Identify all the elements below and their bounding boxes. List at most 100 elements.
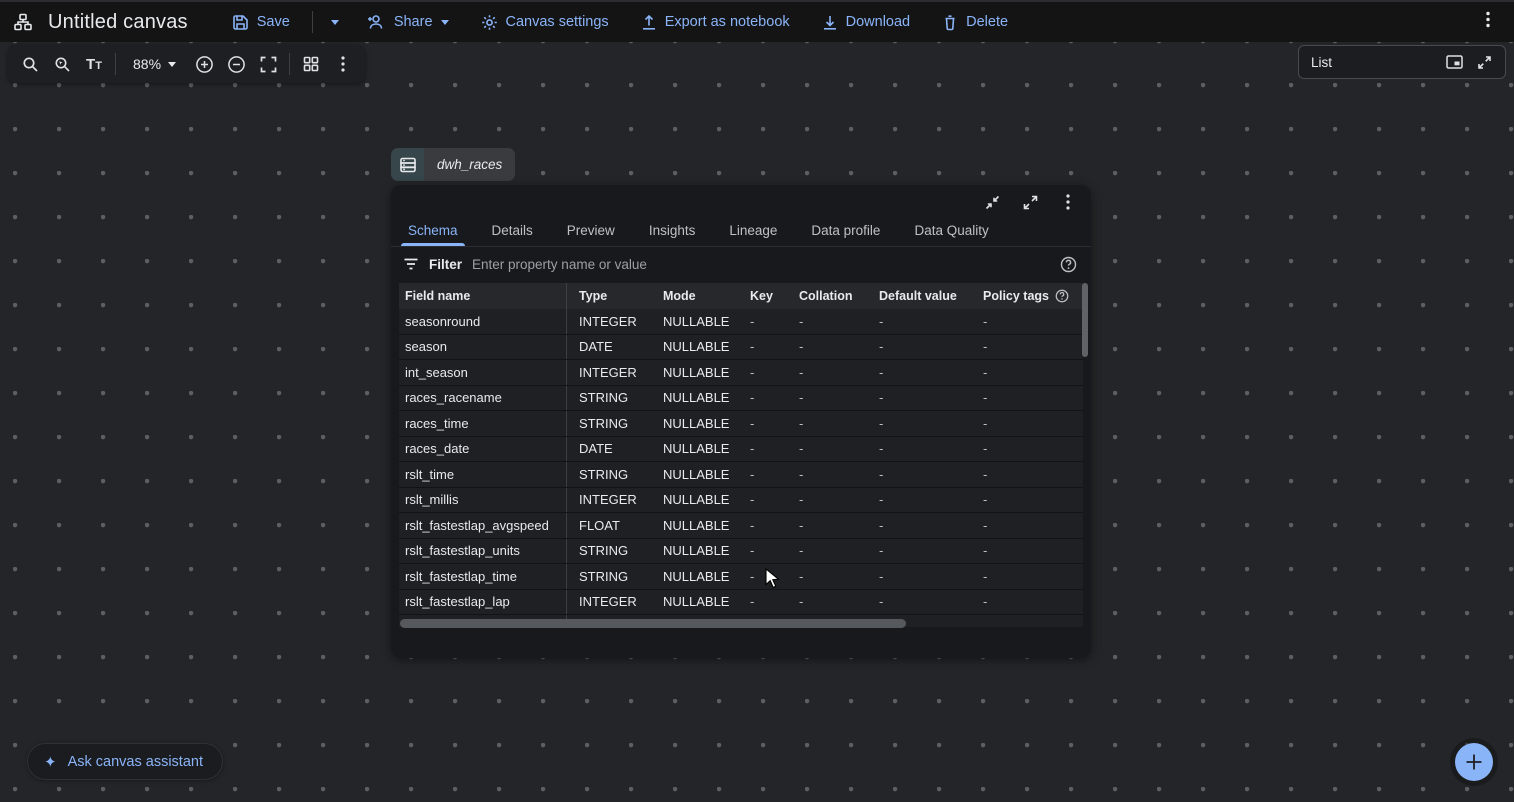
table-details-card: SchemaDetailsPreviewInsightsLineageData …: [391, 185, 1091, 658]
share-button[interactable]: Share: [353, 4, 463, 40]
table-row[interactable]: races_date DATE NULLABLE - - - -: [399, 437, 1083, 463]
assistant-label: Ask canvas assistant: [68, 754, 203, 770]
cell-default-value: -: [867, 492, 971, 507]
card-more-kebab[interactable]: [1053, 190, 1083, 214]
cell-default-value: -: [867, 390, 971, 405]
trash-icon: [942, 14, 958, 31]
column-header-field-name[interactable]: Field name: [399, 283, 567, 309]
zoom-in-button[interactable]: [188, 48, 220, 80]
text-tool-button[interactable]: TT: [78, 48, 110, 80]
cell-mode: NULLABLE: [651, 518, 738, 533]
save-options-dropdown[interactable]: [321, 4, 349, 40]
zoom-to-selection-button[interactable]: [46, 48, 78, 80]
help-icon[interactable]: [1055, 289, 1069, 303]
table-row[interactable]: season DATE NULLABLE - - - -: [399, 335, 1083, 361]
cell-type: STRING: [567, 569, 651, 584]
tab[interactable]: Lineage: [712, 215, 794, 246]
column-header-policy-tags[interactable]: Policy tags: [971, 289, 1083, 303]
cell-field-name: races_date: [399, 437, 567, 462]
table-row[interactable]: races_racename STRING NULLABLE - - - -: [399, 386, 1083, 412]
cell-key: -: [738, 365, 787, 380]
tab[interactable]: Preview: [550, 215, 632, 246]
save-button[interactable]: Save: [218, 4, 304, 40]
zoom-out-icon: [227, 55, 246, 74]
divider: [289, 53, 290, 75]
table-row[interactable]: int_season INTEGER NULLABLE - - - -: [399, 360, 1083, 386]
cell-default-value: -: [867, 467, 971, 482]
canvas-settings-button[interactable]: Canvas settings: [467, 4, 623, 40]
table-row[interactable]: races_time STRING NULLABLE - - - -: [399, 411, 1083, 437]
tab[interactable]: Insights: [632, 215, 713, 246]
cell-type: INTEGER: [567, 492, 651, 507]
zoom-level-dropdown[interactable]: 88%: [121, 56, 188, 72]
column-header-collation[interactable]: Collation: [787, 289, 867, 303]
open-in-full-icon[interactable]: [1469, 48, 1499, 76]
cell-policy-tags: -: [971, 416, 1083, 431]
help-icon[interactable]: [1060, 256, 1077, 273]
cell-default-value: -: [867, 441, 971, 456]
cell-collation: -: [787, 518, 867, 533]
export-notebook-button[interactable]: Export as notebook: [627, 4, 804, 40]
zoom-out-button[interactable]: [220, 48, 252, 80]
column-header-type[interactable]: Type: [567, 289, 651, 303]
schema-table: Field name Type Mode Key Collation Defau…: [399, 283, 1083, 627]
fit-to-screen-button[interactable]: [252, 48, 284, 80]
grid-icon: [303, 56, 319, 72]
tab[interactable]: Data profile: [794, 215, 897, 246]
horizontal-scrollbar-thumb[interactable]: [400, 619, 906, 628]
vertical-scrollbar-thumb[interactable]: [1082, 283, 1088, 357]
zoom-selection-icon: [54, 56, 71, 73]
cell-key: -: [738, 441, 787, 456]
cell-collation: -: [787, 365, 867, 380]
cell-collation: -: [787, 569, 867, 584]
table-row[interactable]: rslt_time STRING NULLABLE - - - -: [399, 462, 1083, 488]
sparkle-icon: ✦: [44, 753, 57, 771]
schema-table-body: seasonround INTEGER NULLABLE - - - - sea…: [399, 309, 1083, 615]
cell-policy-tags: -: [971, 569, 1083, 584]
cell-mode: NULLABLE: [651, 365, 738, 380]
filter-label: Filter: [429, 257, 462, 272]
layout-grid-button[interactable]: [295, 48, 327, 80]
table-row[interactable]: rslt_fastestlap_avgspeed FLOAT NULLABLE …: [399, 513, 1083, 539]
tab[interactable]: Schema: [391, 215, 475, 246]
column-header-default-value[interactable]: Default value: [867, 289, 971, 303]
cell-policy-tags: -: [971, 620, 1083, 627]
cell-type: INTEGER: [567, 365, 651, 380]
table-row[interactable]: rslt_fastestlap_units STRING NULLABLE - …: [399, 539, 1083, 565]
view-mode-panel[interactable]: List: [1298, 45, 1506, 79]
person-add-icon: [367, 14, 386, 30]
schema-table-header: Field name Type Mode Key Collation Defau…: [399, 283, 1083, 309]
cell-field-name: rslt_time: [399, 462, 567, 487]
cell-key: -: [738, 518, 787, 533]
cell-mode: NULLABLE: [651, 543, 738, 558]
column-header-key[interactable]: Key: [738, 289, 787, 303]
cell-collation: -: [787, 543, 867, 558]
upload-icon: [641, 14, 657, 31]
tab[interactable]: Details: [475, 215, 550, 246]
expand-icon[interactable]: [1015, 190, 1045, 214]
ask-canvas-assistant-button[interactable]: ✦ Ask canvas assistant: [27, 743, 223, 780]
cell-type: STRING: [567, 467, 651, 482]
more-options-kebab[interactable]: [1476, 5, 1500, 39]
toolbar-more-kebab[interactable]: [327, 48, 359, 80]
filter-input[interactable]: [472, 257, 1050, 272]
column-header-mode[interactable]: Mode: [651, 289, 738, 303]
cell-field-name: seasonround: [399, 309, 567, 334]
table-row[interactable]: rslt_millis INTEGER NULLABLE - - - -: [399, 488, 1083, 514]
download-button[interactable]: Download: [808, 4, 925, 40]
delete-button[interactable]: Delete: [928, 4, 1022, 40]
table-node-tag[interactable]: dwh_races: [391, 148, 515, 181]
search-button[interactable]: [14, 48, 46, 80]
tab[interactable]: Data Quality: [897, 215, 1005, 246]
table-row[interactable]: rslt_fastestlap_time STRING NULLABLE - -…: [399, 564, 1083, 590]
collapse-icon[interactable]: [977, 190, 1007, 214]
canvas-logo-icon: [14, 13, 32, 31]
picture-in-picture-icon[interactable]: [1439, 48, 1469, 76]
cell-field-name: rslt_fastestlap_units: [399, 539, 567, 564]
table-icon: [391, 148, 424, 181]
cell-collation: -: [787, 390, 867, 405]
add-node-fab[interactable]: [1455, 743, 1493, 781]
table-row[interactable]: seasonround INTEGER NULLABLE - - - -: [399, 309, 1083, 335]
cell-policy-tags: -: [971, 339, 1083, 354]
table-row[interactable]: rslt_fastestlap_lap INTEGER NULLABLE - -…: [399, 590, 1083, 616]
